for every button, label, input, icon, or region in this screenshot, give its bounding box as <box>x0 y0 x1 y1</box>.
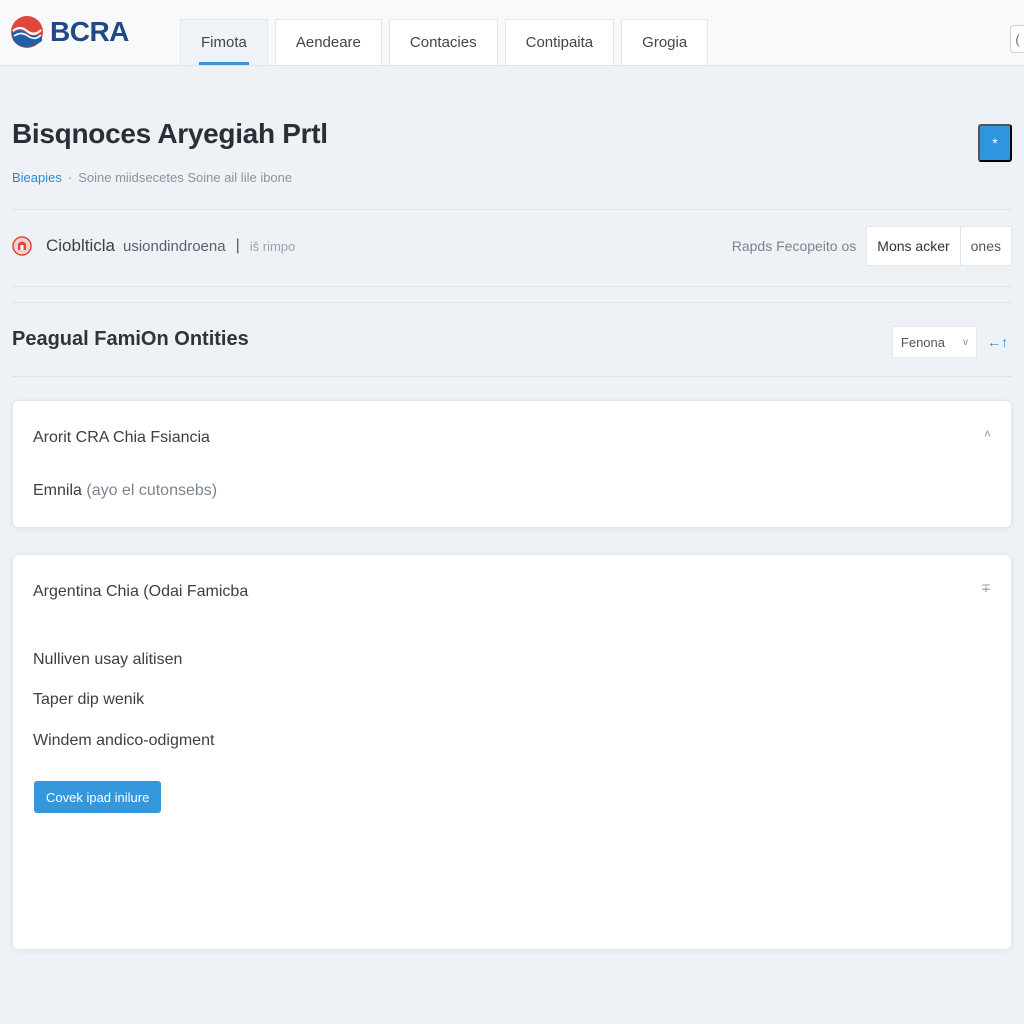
sort-arrows-icon[interactable]: ←↑ <box>983 334 1012 350</box>
page-title: Bisqnoces Aryegiah Prtl <box>12 118 328 149</box>
tab-label: Contipaita <box>525 34 594 51</box>
breadcrumb: Bieapies · Soine miidsecetes Soine ail l… <box>12 170 292 185</box>
collapse-icon[interactable]: ∓ <box>981 581 991 595</box>
card-detail-line: Emnila (ayo el cutonsebs) <box>33 482 217 500</box>
divider <box>12 376 1012 377</box>
card-detail-line: Windem andico-odigment <box>33 732 215 749</box>
section-tools: Fenona v ←↑ <box>891 326 1012 358</box>
entity-meta: iš rimpo <box>249 238 296 254</box>
overflow-menu-icon[interactable]: ( <box>1010 25 1024 53</box>
tab-contacies[interactable]: Contacies <box>388 19 498 65</box>
card-detail-line: Taper dip wenik <box>33 691 145 708</box>
card-title: Arorit CRA Chia Fsiancia <box>33 429 210 446</box>
asterisk-icon: * <box>992 135 998 151</box>
tab-aendeare[interactable]: Aendeare <box>274 19 382 65</box>
tab-contipaita[interactable]: Contipaita <box>504 19 615 65</box>
entity-name: Cioblticla <box>46 236 115 255</box>
card-detail-value: (ayo el cutonsebs) <box>86 482 218 499</box>
section-title: Peagual FamiOn Ontities <box>12 328 249 350</box>
divider <box>12 209 1012 210</box>
overflow-menu-glyph: ( <box>1015 31 1020 47</box>
card-title: Argentina Chia (Odai Famicba <box>33 583 249 600</box>
top-navigation-bar: BCRA Fimota Aendeare Contacies Contipait… <box>0 0 1024 66</box>
tab-label: Fimota <box>201 34 247 51</box>
entity-card: Arorit CRA Chia Fsiancia ˄ Emnila (ayo e… <box>12 400 1012 528</box>
bank-logo-icon <box>12 236 32 256</box>
header-action-button[interactable]: * <box>978 124 1012 162</box>
card-detail-label: Emnila <box>33 482 82 499</box>
breadcrumb-root[interactable]: Bieapies <box>12 170 62 185</box>
collapse-icon[interactable]: ˄ <box>984 427 991 441</box>
filter-select-value: Fenona <box>900 334 945 350</box>
entity-subtitle: usiondindroena <box>122 237 226 255</box>
card-detail-line: Nulliven usay alitisen <box>33 651 183 668</box>
tab-label: Aendeare <box>295 34 361 51</box>
segmented-control: Mons acker ones <box>866 226 1012 266</box>
breadcrumb-separator: · <box>67 170 73 185</box>
info-separator: | <box>235 237 240 254</box>
more-actions-button[interactable]: Mons acker <box>867 227 959 265</box>
tab-grogia[interactable]: Grogia <box>621 19 709 65</box>
tab-fimota[interactable]: Fimota <box>180 19 268 65</box>
divider <box>12 286 1012 287</box>
main-tabs: Fimota Aendeare Contacies Contipaita Gro… <box>180 19 709 65</box>
entity-info-row: Cioblticla usiondindroena | iš rimpo Rap… <box>12 226 1012 266</box>
brand-logo[interactable]: BCRA <box>10 10 129 54</box>
tab-label: Grogia <box>642 34 688 51</box>
filter-select[interactable]: Fenona v <box>891 326 977 358</box>
chevron-down-icon: v <box>963 336 968 348</box>
breadcrumb-current: Soine miidsecetes Soine ail lile ibone <box>78 170 293 185</box>
card-primary-button[interactable]: Covek ipad inilure <box>34 781 162 813</box>
divider <box>12 302 1012 303</box>
brand-name: BCRA <box>50 16 129 47</box>
bcra-logo-icon <box>11 16 43 48</box>
options-button[interactable]: ones <box>959 227 1011 265</box>
tab-label: Contacies <box>409 34 477 51</box>
info-actions: Rapds Fecopeito os Mons acker ones <box>732 226 1012 266</box>
report-label: Rapds Fecopeito os <box>731 238 857 254</box>
entity-card: Argentina Chia (Odai Famicba ∓ Nulliven … <box>12 554 1012 950</box>
